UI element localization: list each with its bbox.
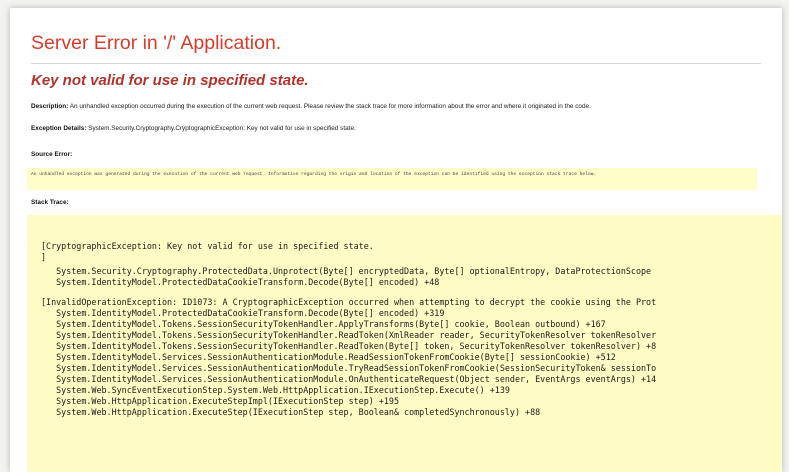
stack-line: System.IdentityModel.Services.SessionAut…: [41, 374, 657, 384]
stack-line: System.IdentityModel.Services.SessionAut…: [41, 352, 616, 362]
title-divider: [31, 63, 761, 64]
stack-line: System.Web.SyncEventExecutionStep.System…: [41, 385, 510, 395]
stack-trace-label: Stack Trace:: [31, 199, 69, 206]
description-label: Description:: [31, 103, 69, 110]
stack-line: System.IdentityModel.Services.SessionAut…: [41, 363, 657, 373]
exception-details-line: Exception Details: System.Security.Crypt…: [31, 125, 356, 132]
stack-line: System.IdentityModel.Tokens.SessionSecur…: [41, 341, 657, 351]
exception-details-text: System.Security.Cryptography.Cryptograph…: [88, 125, 356, 132]
source-error-text: An unhandled exception was generated dur…: [31, 172, 597, 177]
source-error-box: An unhandled exception was generated dur…: [27, 168, 757, 190]
exception-details-label: Exception Details:: [31, 125, 87, 132]
stack-trace-heading: Stack Trace:: [31, 199, 69, 206]
stack-line: [CryptographicException: Key not valid f…: [41, 241, 374, 251]
page-title: Server Error in '/' Application.: [31, 32, 282, 54]
description-text: An unhandled exception occurred during t…: [69, 103, 591, 110]
description-line: Description: An unhandled exception occu…: [31, 103, 591, 110]
stack-trace-box[interactable]: [CryptographicException: Key not valid f…: [27, 215, 782, 472]
stack-line: System.Security.Cryptography.ProtectedDa…: [41, 266, 652, 276]
stack-line: [InvalidOperationException: ID1073: A Cr…: [41, 297, 657, 307]
stack-line: ]: [41, 252, 47, 262]
stack-line: System.IdentityModel.ProtectedDataCookie…: [41, 277, 440, 287]
source-error-heading: Source Error:: [31, 151, 72, 158]
source-error-label: Source Error:: [31, 151, 73, 158]
error-message-heading: Key not valid for use in specified state…: [31, 72, 309, 89]
error-page: Server Error in '/' Application. Key not…: [10, 8, 782, 472]
stack-line: System.IdentityModel.Tokens.SessionSecur…: [41, 330, 657, 340]
stack-line: System.IdentityModel.Tokens.SessionSecur…: [41, 319, 606, 329]
stack-line: System.Web.HttpApplication.ExecuteStep(I…: [41, 407, 541, 417]
stack-line: System.Web.HttpApplication.ExecuteStepIm…: [41, 396, 399, 406]
stack-line: System.IdentityModel.ProtectedDataCookie…: [41, 308, 445, 318]
